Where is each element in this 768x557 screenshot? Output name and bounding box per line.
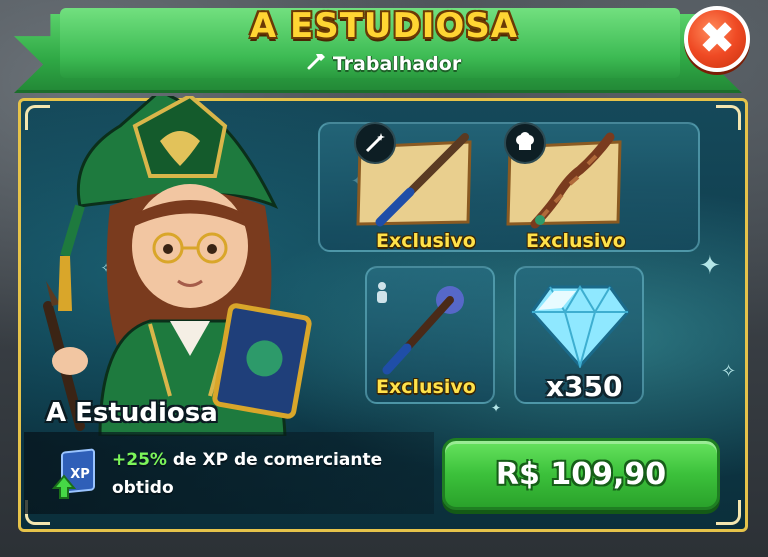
item-label: Exclusivo	[526, 230, 626, 252]
sparkle-icon: ✧	[721, 361, 737, 382]
subtitle-label: Trabalhador	[332, 53, 462, 75]
hammer-icon	[307, 52, 327, 75]
close-icon: ✖	[698, 13, 736, 64]
perk-description: +25% de XP de comerciante obtido	[112, 446, 432, 502]
svg-text:XP: XP	[70, 467, 90, 482]
sparkle-icon: ✦	[491, 401, 502, 415]
perk-text-line1: de XP de comerciante	[166, 450, 383, 470]
frame-corner	[716, 105, 741, 130]
price-label: R$ 109,90	[495, 456, 667, 492]
buy-button[interactable]: R$ 109,90	[442, 438, 720, 510]
offer-subtitle: Trabalhador	[0, 52, 768, 75]
perk-text-line2: obtido	[112, 478, 174, 498]
gem-icon	[530, 285, 630, 368]
close-button[interactable]: ✖	[684, 6, 750, 72]
xp-boost-icon: XP	[51, 448, 95, 499]
character-portrait	[43, 96, 312, 436]
sparkle-icon: ✦	[699, 251, 721, 281]
perk-value: +25%	[112, 450, 167, 470]
chef-hat-icon	[504, 122, 546, 164]
gem-count: x350	[546, 370, 623, 403]
magic-wand-icon	[354, 122, 396, 164]
person-icon	[374, 282, 390, 308]
offer-title: A ESTUDIOSA	[249, 6, 519, 46]
item-label: Exclusivo	[376, 230, 476, 252]
item-label: Exclusivo	[376, 376, 476, 398]
frame-corner	[716, 500, 741, 525]
character-name: A Estudiosa	[46, 398, 218, 428]
